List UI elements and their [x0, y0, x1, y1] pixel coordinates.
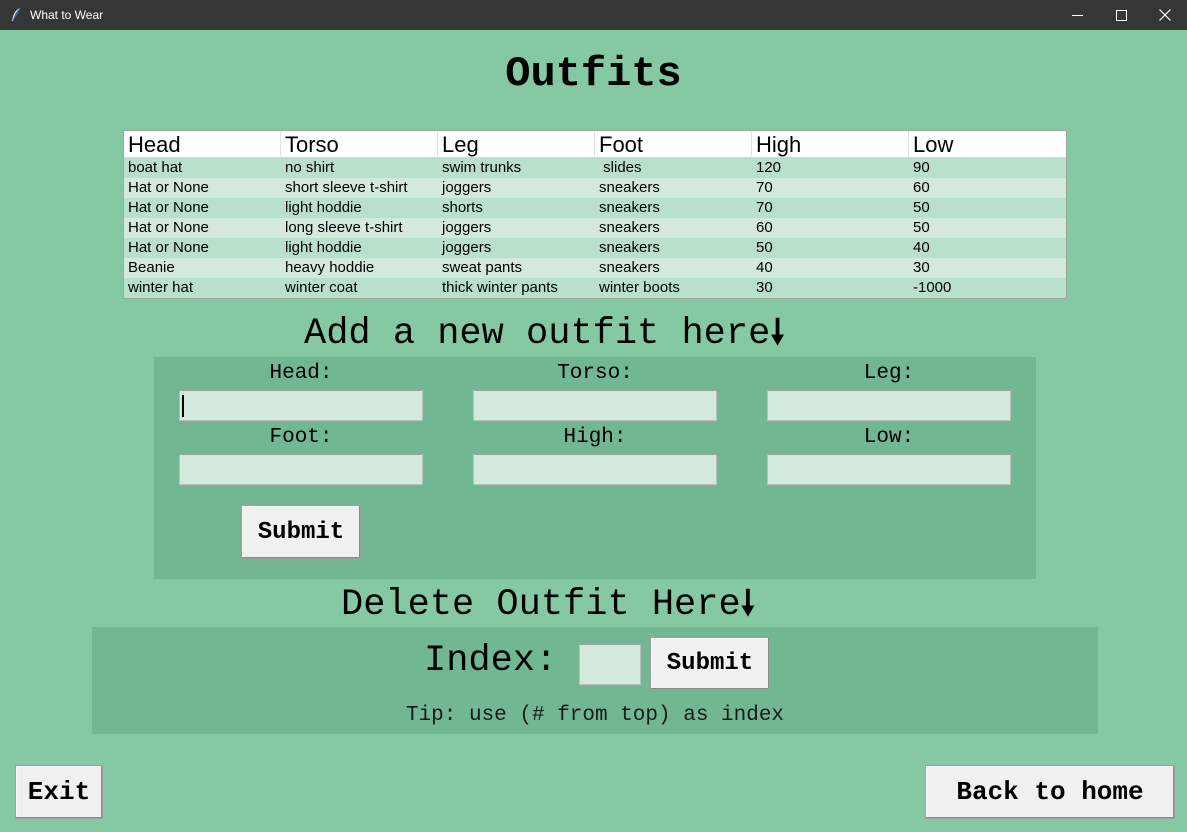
cell-leg: joggers	[442, 219, 492, 236]
torso-input[interactable]	[473, 390, 717, 421]
cell-leg: swim trunks	[442, 159, 522, 176]
cell-head: boat hat	[128, 159, 183, 176]
cell-low: 90	[913, 159, 930, 176]
cell-foot: sneakers	[599, 199, 660, 216]
cell-low: 50	[913, 219, 930, 236]
cell-head: Hat or None	[128, 199, 209, 216]
cell-high: 120	[756, 159, 782, 176]
head-input[interactable]	[179, 390, 423, 421]
cell-torso: winter coat	[285, 279, 358, 296]
cell-torso: short sleeve t-shirt	[285, 179, 408, 196]
cell-low: 30	[913, 259, 930, 276]
column-header-foot[interactable]: Foot	[595, 131, 752, 158]
cell-low: -1000	[913, 279, 952, 296]
high-label: High:	[563, 426, 627, 449]
cell-foot: sneakers	[599, 219, 660, 236]
cell-torso: long sleeve t-shirt	[285, 219, 403, 236]
table-row[interactable]: boat hat no shirt swim trunks slides 120…	[124, 158, 1066, 178]
minimize-button[interactable]	[1054, 0, 1100, 30]
cell-leg: sweat pants	[442, 259, 523, 276]
table-row[interactable]: Beanie heavy hoddie sweat pants sneakers…	[124, 258, 1066, 278]
cell-leg: shorts	[442, 199, 483, 216]
head-label: Head:	[269, 362, 333, 385]
delete-submit-button[interactable]: Submit	[650, 637, 770, 690]
down-arrow-icon: 🠗	[740, 583, 756, 623]
table-row[interactable]: Hat or None light hoddie joggers sneaker…	[124, 238, 1066, 258]
maximize-icon	[1115, 9, 1127, 21]
cell-head: Hat or None	[128, 179, 209, 196]
table-header: Head Torso Leg Foot High Low	[124, 131, 1066, 158]
table-row[interactable]: winter hat winter coat thick winter pant…	[124, 278, 1066, 298]
low-input[interactable]	[767, 454, 1011, 485]
cell-foot: sneakers	[599, 259, 660, 276]
page-title: Outfits	[505, 50, 682, 98]
cell-head: Hat or None	[128, 219, 209, 236]
cell-torso: light hoddie	[285, 239, 362, 256]
foot-input[interactable]	[179, 454, 423, 485]
cell-high: 50	[756, 239, 773, 256]
foot-label: Foot:	[269, 426, 333, 449]
cell-high: 70	[756, 179, 773, 196]
cell-high: 30	[756, 279, 773, 296]
cell-low: 40	[913, 239, 930, 256]
column-header-torso[interactable]: Torso	[281, 131, 438, 158]
feather-icon	[12, 7, 21, 21]
close-button[interactable]	[1142, 0, 1187, 30]
table-row[interactable]: Hat or None long sleeve t-shirt joggers …	[124, 218, 1066, 238]
cell-low: 60	[913, 179, 930, 196]
cell-head: Beanie	[128, 259, 175, 276]
cell-leg: joggers	[442, 239, 492, 256]
cell-torso: heavy hoddie	[285, 259, 375, 276]
down-arrow-icon: 🠗	[770, 312, 785, 352]
outfits-table[interactable]: Head Torso Leg Foot High Low boat hat no…	[123, 130, 1067, 299]
maximize-button[interactable]	[1098, 0, 1144, 30]
minimize-icon	[1071, 14, 1083, 16]
add-outfit-heading-text: Add a new outfit here	[304, 313, 771, 355]
torso-label: Torso:	[557, 362, 633, 385]
index-input[interactable]	[579, 644, 641, 685]
cell-head: Hat or None	[128, 239, 209, 256]
column-header-high[interactable]: High	[752, 131, 909, 158]
window-titlebar: What to Wear	[0, 0, 1187, 30]
index-label: Index:	[424, 640, 558, 682]
cell-foot: winter boots	[599, 279, 680, 296]
cell-leg: joggers	[442, 179, 492, 196]
column-header-head[interactable]: Head	[124, 131, 281, 158]
high-input[interactable]	[473, 454, 717, 485]
cell-leg: thick winter pants	[442, 279, 558, 296]
cell-foot: sneakers	[599, 239, 660, 256]
cell-torso: light hoddie	[285, 199, 362, 216]
exit-button[interactable]: Exit	[15, 765, 103, 819]
cell-high: 40	[756, 259, 773, 276]
add-submit-button[interactable]: Submit	[241, 505, 361, 559]
cell-foot: sneakers	[599, 179, 660, 196]
cell-low: 50	[913, 199, 930, 216]
cell-head: winter hat	[128, 279, 194, 296]
column-header-low[interactable]: Low	[909, 131, 1066, 158]
leg-input[interactable]	[767, 390, 1011, 421]
cell-high: 70	[756, 199, 773, 216]
cell-torso: no shirt	[285, 159, 335, 176]
cell-high: 60	[756, 219, 773, 236]
window-title: What to Wear	[30, 8, 104, 22]
table-row[interactable]: Hat or None light hoddie shorts sneakers…	[124, 198, 1066, 218]
low-label: Low:	[863, 426, 915, 449]
add-outfit-panel: Head: Torso: Leg: Foot: High: Low: Submi…	[154, 357, 1036, 579]
close-icon	[1159, 9, 1171, 21]
column-header-leg[interactable]: Leg	[438, 131, 595, 158]
text-caret	[182, 395, 184, 417]
leg-label: Leg:	[863, 362, 915, 385]
cell-foot: slides	[599, 159, 642, 176]
back-to-home-button[interactable]: Back to home	[925, 765, 1175, 819]
delete-outfit-heading-text: Delete Outfit Here	[341, 584, 741, 626]
table-row[interactable]: Hat or None short sleeve t-shirt joggers…	[124, 178, 1066, 198]
index-tip: Tip: use (# from top) as index	[405, 704, 785, 727]
